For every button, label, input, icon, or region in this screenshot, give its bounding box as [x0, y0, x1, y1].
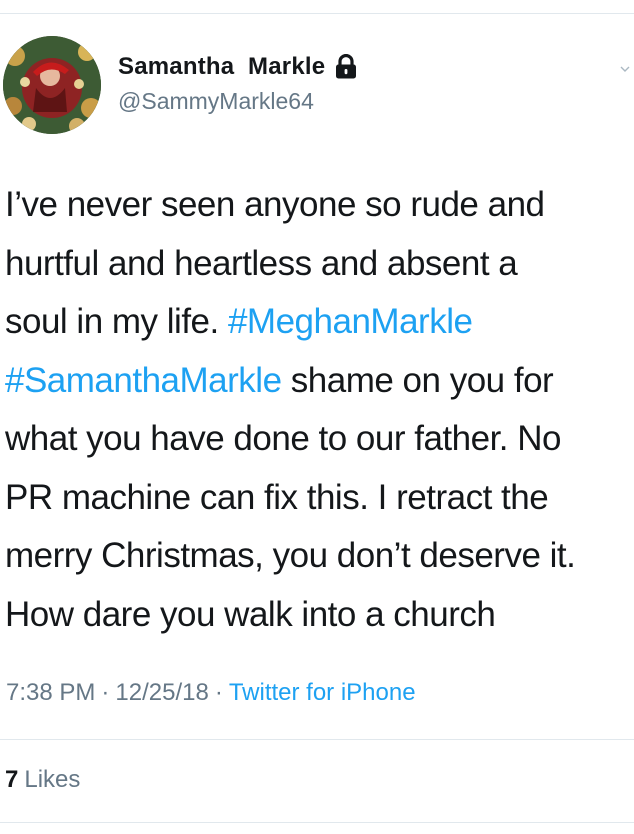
avatar[interactable]	[3, 36, 101, 134]
likes-label: Likes	[24, 766, 81, 793]
meta-separator: ·	[101, 679, 110, 706]
tweet-source-link[interactable]: Twitter for iPhone	[229, 679, 416, 706]
tweet-meta: 7:38 PM · 12/25/18 · Twitter for iPhone	[6, 679, 416, 707]
tweet-time[interactable]: 7:38 PM	[6, 679, 95, 706]
hashtag-meghanmarkle[interactable]: #MeghanMarkle	[228, 302, 473, 341]
tweet-line-3: soul in my life. #MeghanMarkle	[5, 293, 633, 352]
tweet-header: Samantha Markle @SammyMarkle64	[0, 36, 634, 136]
meta-separator: ·	[214, 679, 223, 706]
likes-stat[interactable]: 7 Likes	[5, 766, 80, 794]
tweet-line-6: PR machine can fix this. I retract the	[5, 477, 549, 517]
tweet-date[interactable]: 12/25/18	[115, 679, 208, 706]
stats-divider	[0, 739, 634, 740]
display-name[interactable]: Samantha Markle	[118, 53, 325, 81]
tweet-line-3-text: soul in my life.	[5, 302, 228, 341]
top-divider	[0, 13, 634, 14]
avatar-image	[3, 36, 101, 134]
name-row: Samantha Markle	[118, 52, 358, 82]
tweet-line-7: merry Christmas, you don’t deserve it.	[5, 536, 576, 575]
tweet-line-4: #SamanthaMarkle shame on you for	[5, 352, 633, 411]
lock-icon	[334, 53, 358, 80]
tweet-line-2: hurtful and heartless and absent a	[5, 243, 518, 283]
hashtag-samanthamarkle[interactable]: #SamanthaMarkle	[5, 361, 282, 400]
chevron-down-icon[interactable]	[620, 64, 630, 74]
tweet-line-8: How dare you walk into a church	[5, 594, 496, 634]
tweet-line-5: what you have done to our father. No	[5, 419, 562, 458]
tweet-line-4-text: shame on you for	[281, 360, 554, 400]
likes-count: 7	[5, 766, 19, 793]
bottom-divider	[0, 822, 634, 823]
tweet-line-1: I’ve never seen anyone so rude and	[5, 185, 545, 224]
tweet-text: I’ve never seen anyone so rude and hurtf…	[5, 176, 633, 644]
user-handle[interactable]: @SammyMarkle64	[118, 88, 314, 115]
